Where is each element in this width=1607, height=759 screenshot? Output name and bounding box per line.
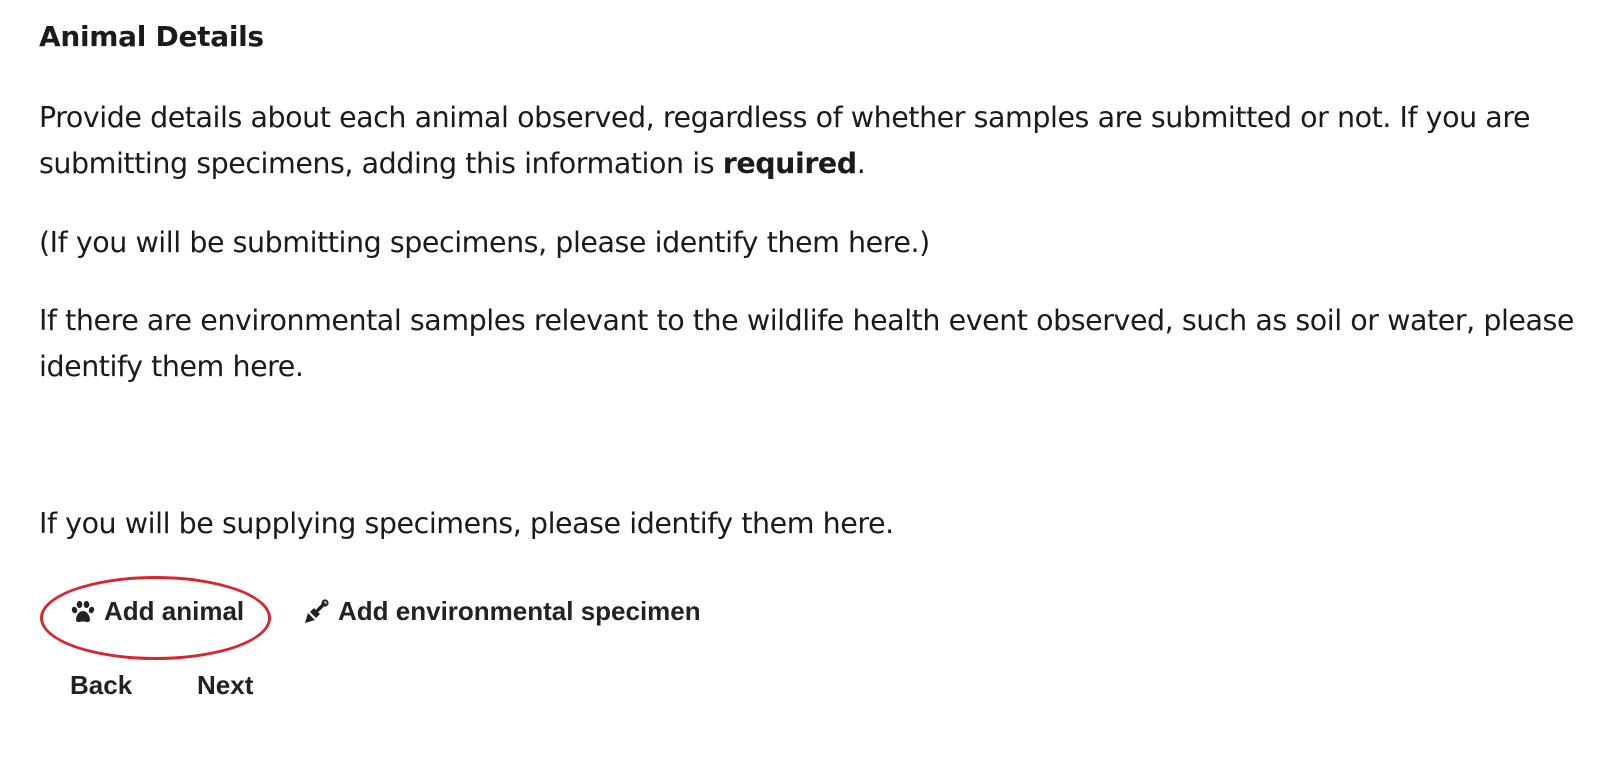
intro-period: . [856, 147, 866, 180]
supplying-note: If you will be supplying specimens, plea… [39, 507, 894, 540]
trowel-icon [302, 598, 330, 626]
add-animal-label: Add animal [104, 596, 245, 626]
submitting-note: (If you will be submitting specimens, pl… [39, 226, 930, 259]
back-button[interactable]: Back [70, 670, 132, 701]
add-environmental-label: Add environmental specimen [338, 596, 701, 626]
environmental-note: If there are environmental samples relev… [39, 304, 1575, 383]
next-button[interactable]: Next [197, 670, 253, 701]
section-title: Animal Details [39, 20, 264, 53]
add-environmental-specimen-button[interactable]: Add environmental specimen [302, 596, 701, 627]
intro-paragraph: Provide details about each animal observ… [39, 95, 1579, 187]
paw-icon [70, 599, 96, 625]
required-emphasis: required [722, 147, 857, 180]
add-animal-button[interactable]: Add animal [70, 596, 244, 627]
